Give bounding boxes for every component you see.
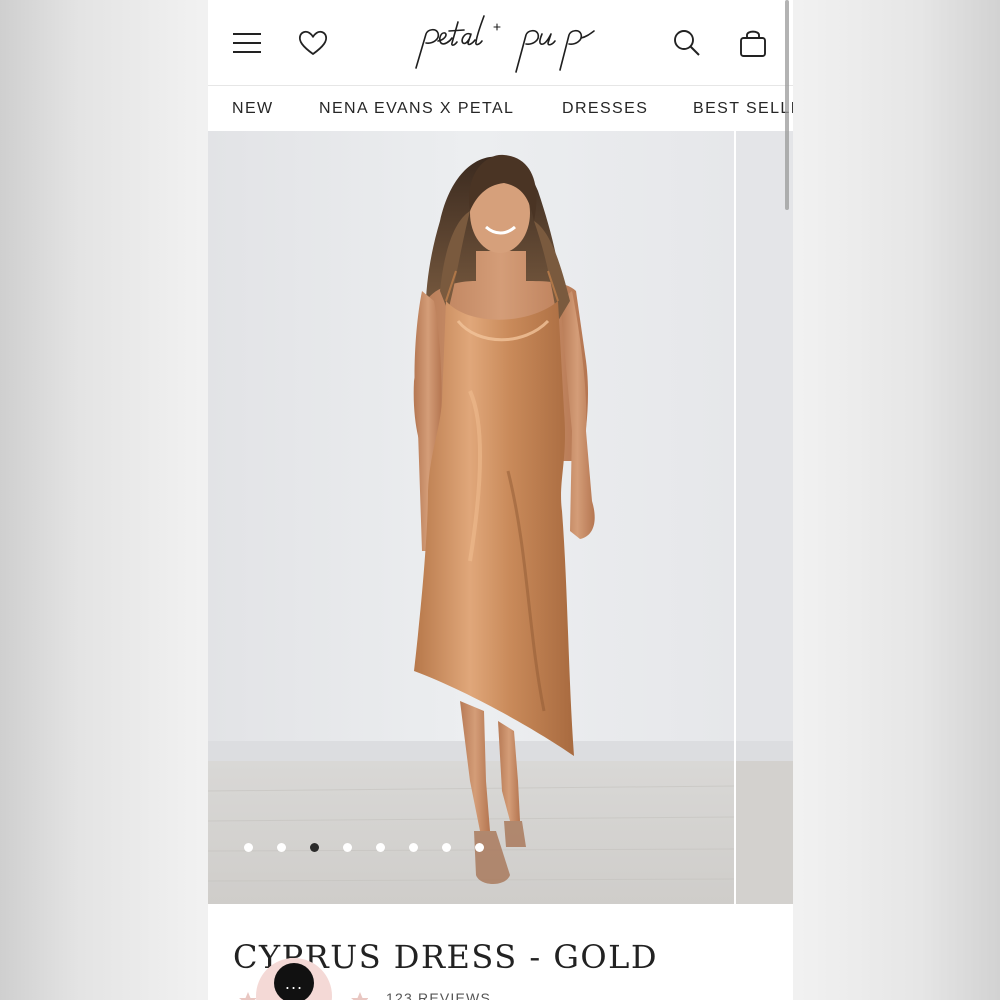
cart-button[interactable] [736,26,770,60]
carousel-dot[interactable] [277,843,286,852]
menu-button[interactable] [230,26,264,60]
scrollbar[interactable] [785,0,789,210]
category-nav: NEW NENA EVANS X PETAL DRESSES BEST SELL… [208,87,793,131]
carousel-pagination [244,843,484,855]
nav-item-new[interactable]: NEW [232,100,274,118]
search-icon [674,30,700,56]
carousel-dot[interactable] [244,843,253,852]
hamburger-menu-icon [233,33,261,53]
nav-item-nena-evans[interactable]: NENA EVANS X PETAL [319,100,514,118]
chat-ellipsis: ... [284,973,304,993]
chat-bubble-icon: ... [274,963,314,1000]
product-image-carousel[interactable] [208,131,793,904]
shopping-bag-icon [740,30,766,57]
nav-item-best-sellers[interactable]: BEST SELLI [693,100,793,118]
model-in-gold-dress-image [208,131,734,904]
site-header [208,0,793,86]
carousel-dot[interactable] [310,843,319,852]
carousel-dot[interactable] [343,843,352,852]
mobile-page: NEW NENA EVANS X PETAL DRESSES BEST SELL… [208,0,793,1000]
next-product-photo-peek[interactable] [736,131,793,904]
carousel-dot[interactable] [442,843,451,852]
search-button[interactable] [670,26,704,60]
petal-pup-logo [415,15,595,73]
reviews-link[interactable]: 123 REVIEWS [386,990,491,1000]
product-photo[interactable] [208,131,734,904]
wishlist-button[interactable] [296,26,330,60]
carousel-dot[interactable] [409,843,418,852]
brand-logo[interactable] [408,10,608,76]
next-image-preview [736,131,793,904]
nav-item-dresses[interactable]: DRESSES [562,100,648,118]
carousel-dot[interactable] [376,843,385,852]
carousel-dot[interactable] [475,843,484,852]
heart-icon [298,30,328,55]
